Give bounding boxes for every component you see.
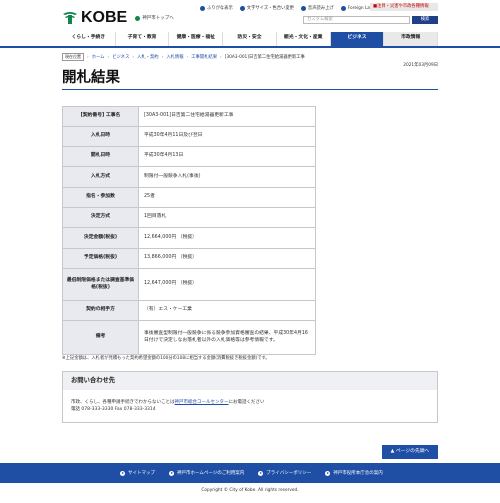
footer-sitemap-link[interactable]: サイトマップ <box>120 470 155 476</box>
top-link[interactable]: 神戸市トップへ <box>135 15 174 21</box>
call-center-link[interactable]: 神戸市総合コールセンター <box>175 400 229 405</box>
row-value: 平成30年4月13日 <box>138 146 316 167</box>
nav-underline <box>0 46 500 48</box>
speaker-icon <box>300 5 306 11</box>
row-value: 13,866,000円 （税抜） <box>138 248 316 269</box>
emergency-info-link[interactable]: ■注目・災害や市政各種情報 <box>370 3 438 11</box>
nav-childcare[interactable]: 子育て・教育 <box>116 32 170 46</box>
title-rule <box>62 89 438 90</box>
row-value: 事後審査型制限付一般競争に係る競争参加資格審査の結果、平成30年4月16日付けで… <box>138 320 316 355</box>
row-label: [契約番号] 工事名 <box>62 106 139 127</box>
row-value: 1回目落札 <box>138 207 316 228</box>
row-label: 入札方式 <box>62 166 139 188</box>
row-value: 平成30年4月11日及び翌日 <box>138 126 316 147</box>
read-aloud-link[interactable]: 音声読み上げ <box>300 5 334 11</box>
footer-cityhall-link[interactable]: 神戸市役所本庁舎の案内 <box>325 470 383 476</box>
breadcrumb-current: [30A3-001]日吉第二住宅給湯器更新工事 <box>224 55 305 60</box>
copyright: Copyright © City of Kobe. All rights res… <box>201 488 299 493</box>
search-input[interactable]: カスタム検索 <box>303 16 410 24</box>
table-row: 最低制限価格または調査基準価格(税抜) 12,647,000円 （税抜） <box>62 268 316 301</box>
table-row: 決定金額(税抜) 12,664,000円 （税抜） <box>62 227 316 249</box>
table-row: 入札方式 制限付一般競争入札(事後) <box>62 166 316 188</box>
site-logo[interactable]: KOBE 神戸市トップへ <box>62 9 174 27</box>
footer-nav: サイトマップ 神戸市ホームページのご利用案内 プライバシーポリシー 神戸市役所本… <box>0 463 500 483</box>
row-label: 予定価格(税抜) <box>62 248 139 269</box>
contact-heading: お問い合わせ先 <box>63 372 437 390</box>
row-label: 最低制限価格または調査基準価格(税抜) <box>62 268 139 301</box>
table-row: 契約の相手方 （有）エス・ケー工業 <box>62 300 316 321</box>
nav-health[interactable]: 健康・医療・福祉 <box>169 32 224 46</box>
row-label: 指名・参加数 <box>62 187 139 208</box>
row-value: 12,647,000円 （税抜） <box>138 268 316 301</box>
breadcrumb-home[interactable]: ホーム <box>92 54 105 60</box>
table-row: [契約番号] 工事名 [30A3-001]日吉第二住宅給湯器更新工事 <box>62 106 316 127</box>
nav-business[interactable]: ビジネス <box>330 32 385 46</box>
breadcrumb-bidding[interactable]: 入札・契約 <box>137 54 158 60</box>
table-row: 備考 事後審査型制限付一般競争に係る競争参加資格審査の結果、平成30年4月16日付… <box>62 320 316 355</box>
price-note: ※上記金額は、入札者が見積もった契約希望金額の100分の108に相当する金額(消… <box>62 356 270 361</box>
row-value: （有）エス・ケー工業 <box>138 300 316 321</box>
nav-city-info[interactable]: 市政情報 <box>384 32 439 46</box>
row-label: 決定金額(税抜) <box>62 227 139 249</box>
row-value: 12,664,000円 （税抜） <box>138 227 316 249</box>
search-button[interactable]: 検索 <box>412 16 438 24</box>
table-row: 予定価格(税抜) 13,866,000円 （税抜） <box>62 248 316 269</box>
nav-safety[interactable]: 防災・安全 <box>223 32 277 46</box>
arrow-right-icon <box>258 470 264 476</box>
breadcrumb-results[interactable]: 工事開札結果 <box>191 54 217 60</box>
row-value: [30A3-001]日吉第二住宅給湯器更新工事 <box>138 106 316 127</box>
table-row: 入札日時 平成30年4月11日及び翌日 <box>62 126 316 147</box>
row-label: 契約の相手方 <box>62 300 139 321</box>
breadcrumb: 現在位置 › ホーム › ビジネス › 入札・契約 › 入札情報 › 工事開札結… <box>62 53 305 61</box>
row-value: 制限付一般競争入札(事後) <box>138 166 316 188</box>
table-row: 指名・参加数 25者 <box>62 187 316 208</box>
row-value: 25者 <box>138 187 316 208</box>
chevron-right-icon: › <box>186 54 189 60</box>
row-label: 備考 <box>62 320 139 355</box>
contact-box: お問い合わせ先 市政、くらし、各種申請手続きでわからないことは神戸市総合コールセ… <box>62 371 438 423</box>
arrow-right-icon <box>120 470 125 476</box>
chevron-right-icon: › <box>87 54 89 60</box>
home-icon <box>135 15 141 21</box>
global-nav: くらし・手続き 子育て・教育 健康・医療・福祉 防災・安全 観光・文化・産業 ビ… <box>62 32 439 46</box>
result-table: [契約番号] 工事名 [30A3-001]日吉第二住宅給湯器更新工事 入札日時 平成… <box>62 106 316 355</box>
row-label: 入札日時 <box>62 126 139 147</box>
chevron-right-icon: › <box>161 54 164 60</box>
page-title: 開札結果 <box>62 70 120 86</box>
breadcrumb-bid-info[interactable]: 入札情報 <box>166 54 183 60</box>
updated-date: 2021年03月09日 <box>403 63 438 68</box>
contact-phone: 電話 078-333-3330 Fax 078-333-3314 <box>71 406 156 412</box>
text-size-icon <box>239 5 245 11</box>
globe-icon <box>340 5 346 11</box>
footer-usage-link[interactable]: 神戸市ホームページのご利用案内 <box>169 470 244 476</box>
nav-tourism[interactable]: 観光・文化・産業 <box>277 32 331 46</box>
furigana-icon <box>200 5 205 11</box>
chevron-right-icon: › <box>132 54 135 60</box>
utility-links: ふりがな表示 文字サイズ・色合い変更 音声読み上げ Foreign Langua… <box>200 5 386 11</box>
arrow-right-icon <box>325 470 331 476</box>
footer-privacy-link[interactable]: プライバシーポリシー <box>258 470 311 476</box>
furigana-link[interactable]: ふりがな表示 <box>200 5 233 11</box>
table-row: 決定方式 1回目落札 <box>62 207 316 228</box>
row-label: 決定方式 <box>62 207 139 228</box>
table-row: 開札日時 平成30年4月13日 <box>62 146 316 167</box>
nav-living[interactable]: くらし・手続き <box>62 32 116 46</box>
chevron-right-icon: › <box>107 54 110 60</box>
chevron-right-icon: › <box>220 54 222 60</box>
logo-text: KOBE <box>81 9 128 26</box>
contact-body: 市政、くらし、各種申請手続きでわからないことは神戸市総合コールセンターにお電話く… <box>63 390 437 413</box>
text-size-link[interactable]: 文字サイズ・色合い変更 <box>239 5 294 11</box>
row-label: 開札日時 <box>62 146 139 167</box>
breadcrumb-label: 現在位置 <box>62 53 84 61</box>
back-to-top-button[interactable]: ▲ ページの先頭へ <box>382 445 438 459</box>
arrow-right-icon <box>169 470 174 476</box>
kobe-logo-icon <box>63 12 77 24</box>
breadcrumb-business[interactable]: ビジネス <box>112 54 129 60</box>
